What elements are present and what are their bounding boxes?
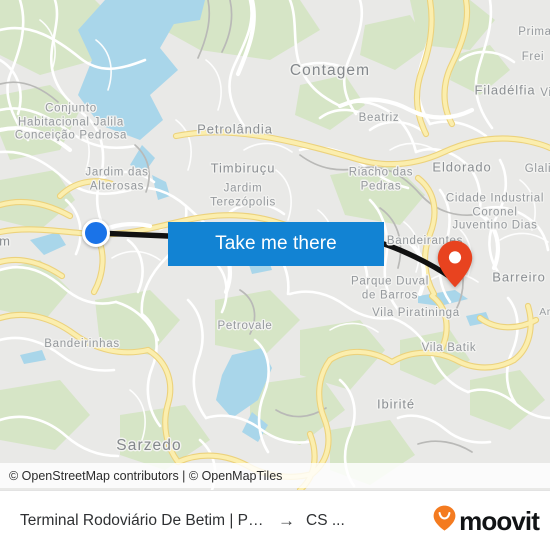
take-me-there-button[interactable]: Take me there	[168, 222, 384, 266]
moovit-wordmark: moovit	[459, 505, 540, 536]
map-pin-glyph	[437, 240, 473, 288]
route-footer: Terminal Rodoviário De Betim | Plataform…	[0, 490, 550, 550]
attribution-text[interactable]: © OpenStreetMap contributors | © OpenMap…	[9, 469, 282, 483]
moovit-pin-icon	[433, 505, 456, 536]
moovit-pin-glyph	[433, 505, 456, 531]
route-destination-label: CS ...	[306, 511, 345, 529]
origin-dot-icon[interactable]	[82, 219, 110, 247]
route-origin-label: Terminal Rodoviário De Betim | Plataform…	[20, 511, 265, 529]
moovit-route-widget: Contagem Conjunto Habitacional Jalila Con…	[0, 0, 550, 550]
cta-label: Take me there	[215, 233, 337, 254]
destination-pin-icon[interactable]	[437, 240, 473, 288]
map-canvas[interactable]: Contagem Conjunto Habitacional Jalila Con…	[0, 0, 550, 490]
map-attribution: © OpenStreetMap contributors | © OpenMap…	[0, 463, 550, 488]
arrow-right-icon: →	[278, 511, 295, 530]
moovit-logo[interactable]: moovit	[433, 505, 540, 536]
